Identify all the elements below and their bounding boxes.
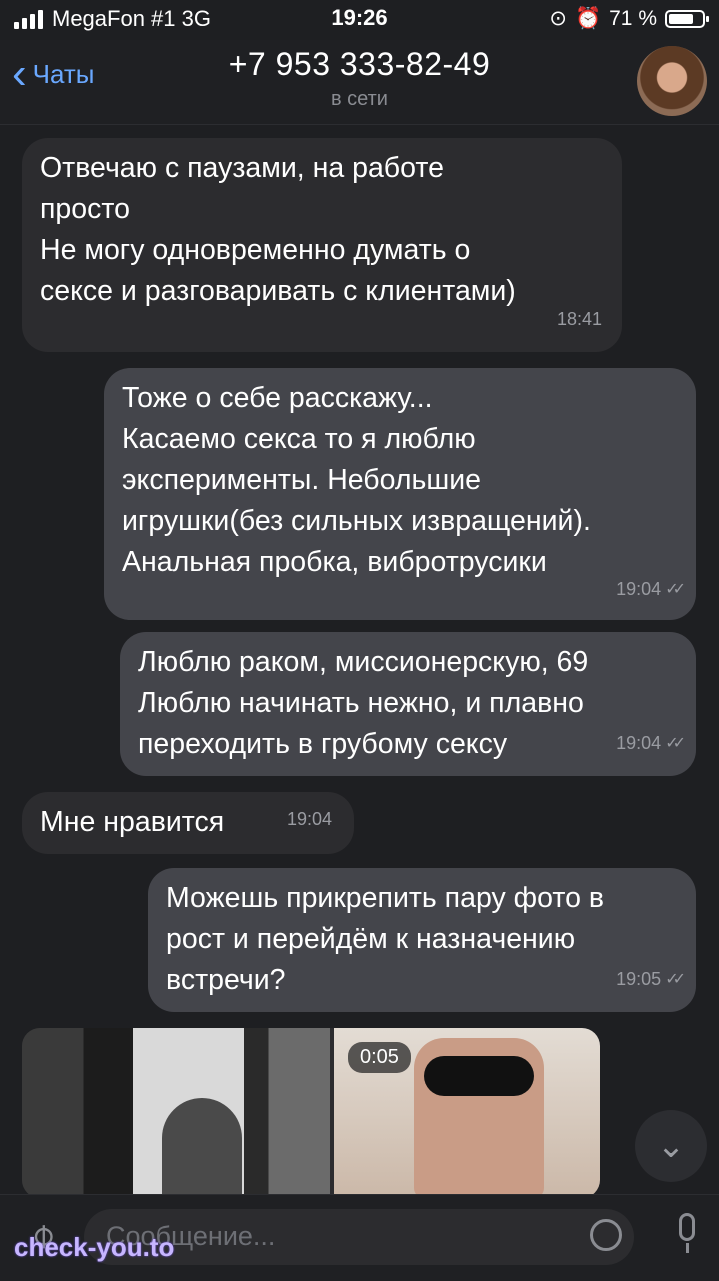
message-time: 19:04 [616,579,662,599]
message-text: Люблю начинать нежно, и плавно [138,687,584,719]
message-text: переходить в грубому сексу [138,728,508,760]
rotation-lock-icon: ⊙ [549,7,567,30]
chat-title[interactable]: +7 953 333-82-49 [0,46,719,83]
message-text: встречи? [166,964,286,996]
message-text: эксперименты. Небольшие [122,464,481,496]
message-bubble-outgoing[interactable]: Тоже о себе расскажу... Касаемо секса то… [104,368,696,620]
video-duration-badge: 0:05 [348,1042,411,1073]
message-bubble-incoming[interactable]: Мне нравится 19:04 [22,792,354,854]
avatar[interactable] [637,46,707,116]
sticker-icon[interactable] [590,1219,622,1251]
microphone-icon[interactable] [675,1213,699,1253]
status-bar: MegaFon #1 3G 19:26 ⊙ ⏰ 71 % [0,0,719,40]
message-list[interactable]: Отвечаю с паузами, на работе просто Не м… [0,124,719,1194]
message-text: Тоже о себе расскажу... [122,382,433,414]
read-checkmarks-icon: ✓✓ [665,735,686,752]
watermark: check-you.to [14,1232,175,1262]
photo-thumbnail[interactable] [22,1028,330,1194]
message-bubble-incoming[interactable]: Отвечаю с паузами, на работе просто Не м… [22,138,622,352]
online-status: в сети [331,88,388,110]
message-text: просто [40,193,130,225]
message-bubble-outgoing[interactable]: Можешь прикрепить пару фото в рост и пер… [148,868,696,1012]
message-time: 18:41 [556,309,602,329]
message-bubble-outgoing[interactable]: Люблю раком, миссионерскую, 69 Люблю нач… [120,632,696,776]
message-text: Люблю раком, миссионерскую, 69 [138,646,589,678]
message-text: Анальная пробка, вибротрусики [122,546,547,578]
message-time: 19:04 [616,733,662,753]
chevron-down-icon: ⌄ [656,1127,686,1165]
read-checkmarks-icon: ✓✓ [665,971,686,988]
message-text: сексе и разговаривать с клиентами) [40,275,516,307]
message-time: 19:04 [286,809,332,829]
alarm-icon: ⏰ [574,6,602,30]
message-text: Отвечаю с паузами, на работе [40,152,444,184]
message-text: Не могу одновременно думать о [40,234,471,266]
message-text: Касаемо секса то я люблю [122,423,476,455]
chat-header: ‹ Чаты +7 953 333-82-49 в сети [0,40,719,125]
message-time: 19:05 [616,969,662,989]
media-album[interactable]: 0:05 [22,1028,600,1194]
battery-icon [665,9,709,28]
message-text: игрушки(без сильных извращений). [122,505,591,537]
scroll-down-button[interactable]: ⌄ [635,1110,707,1182]
message-text: рост и перейдём к назначению [166,923,576,955]
read-checkmarks-icon: ✓✓ [665,581,686,598]
battery-percent: 71 % [609,6,657,30]
message-text: Можешь прикрепить пару фото в [166,882,604,914]
